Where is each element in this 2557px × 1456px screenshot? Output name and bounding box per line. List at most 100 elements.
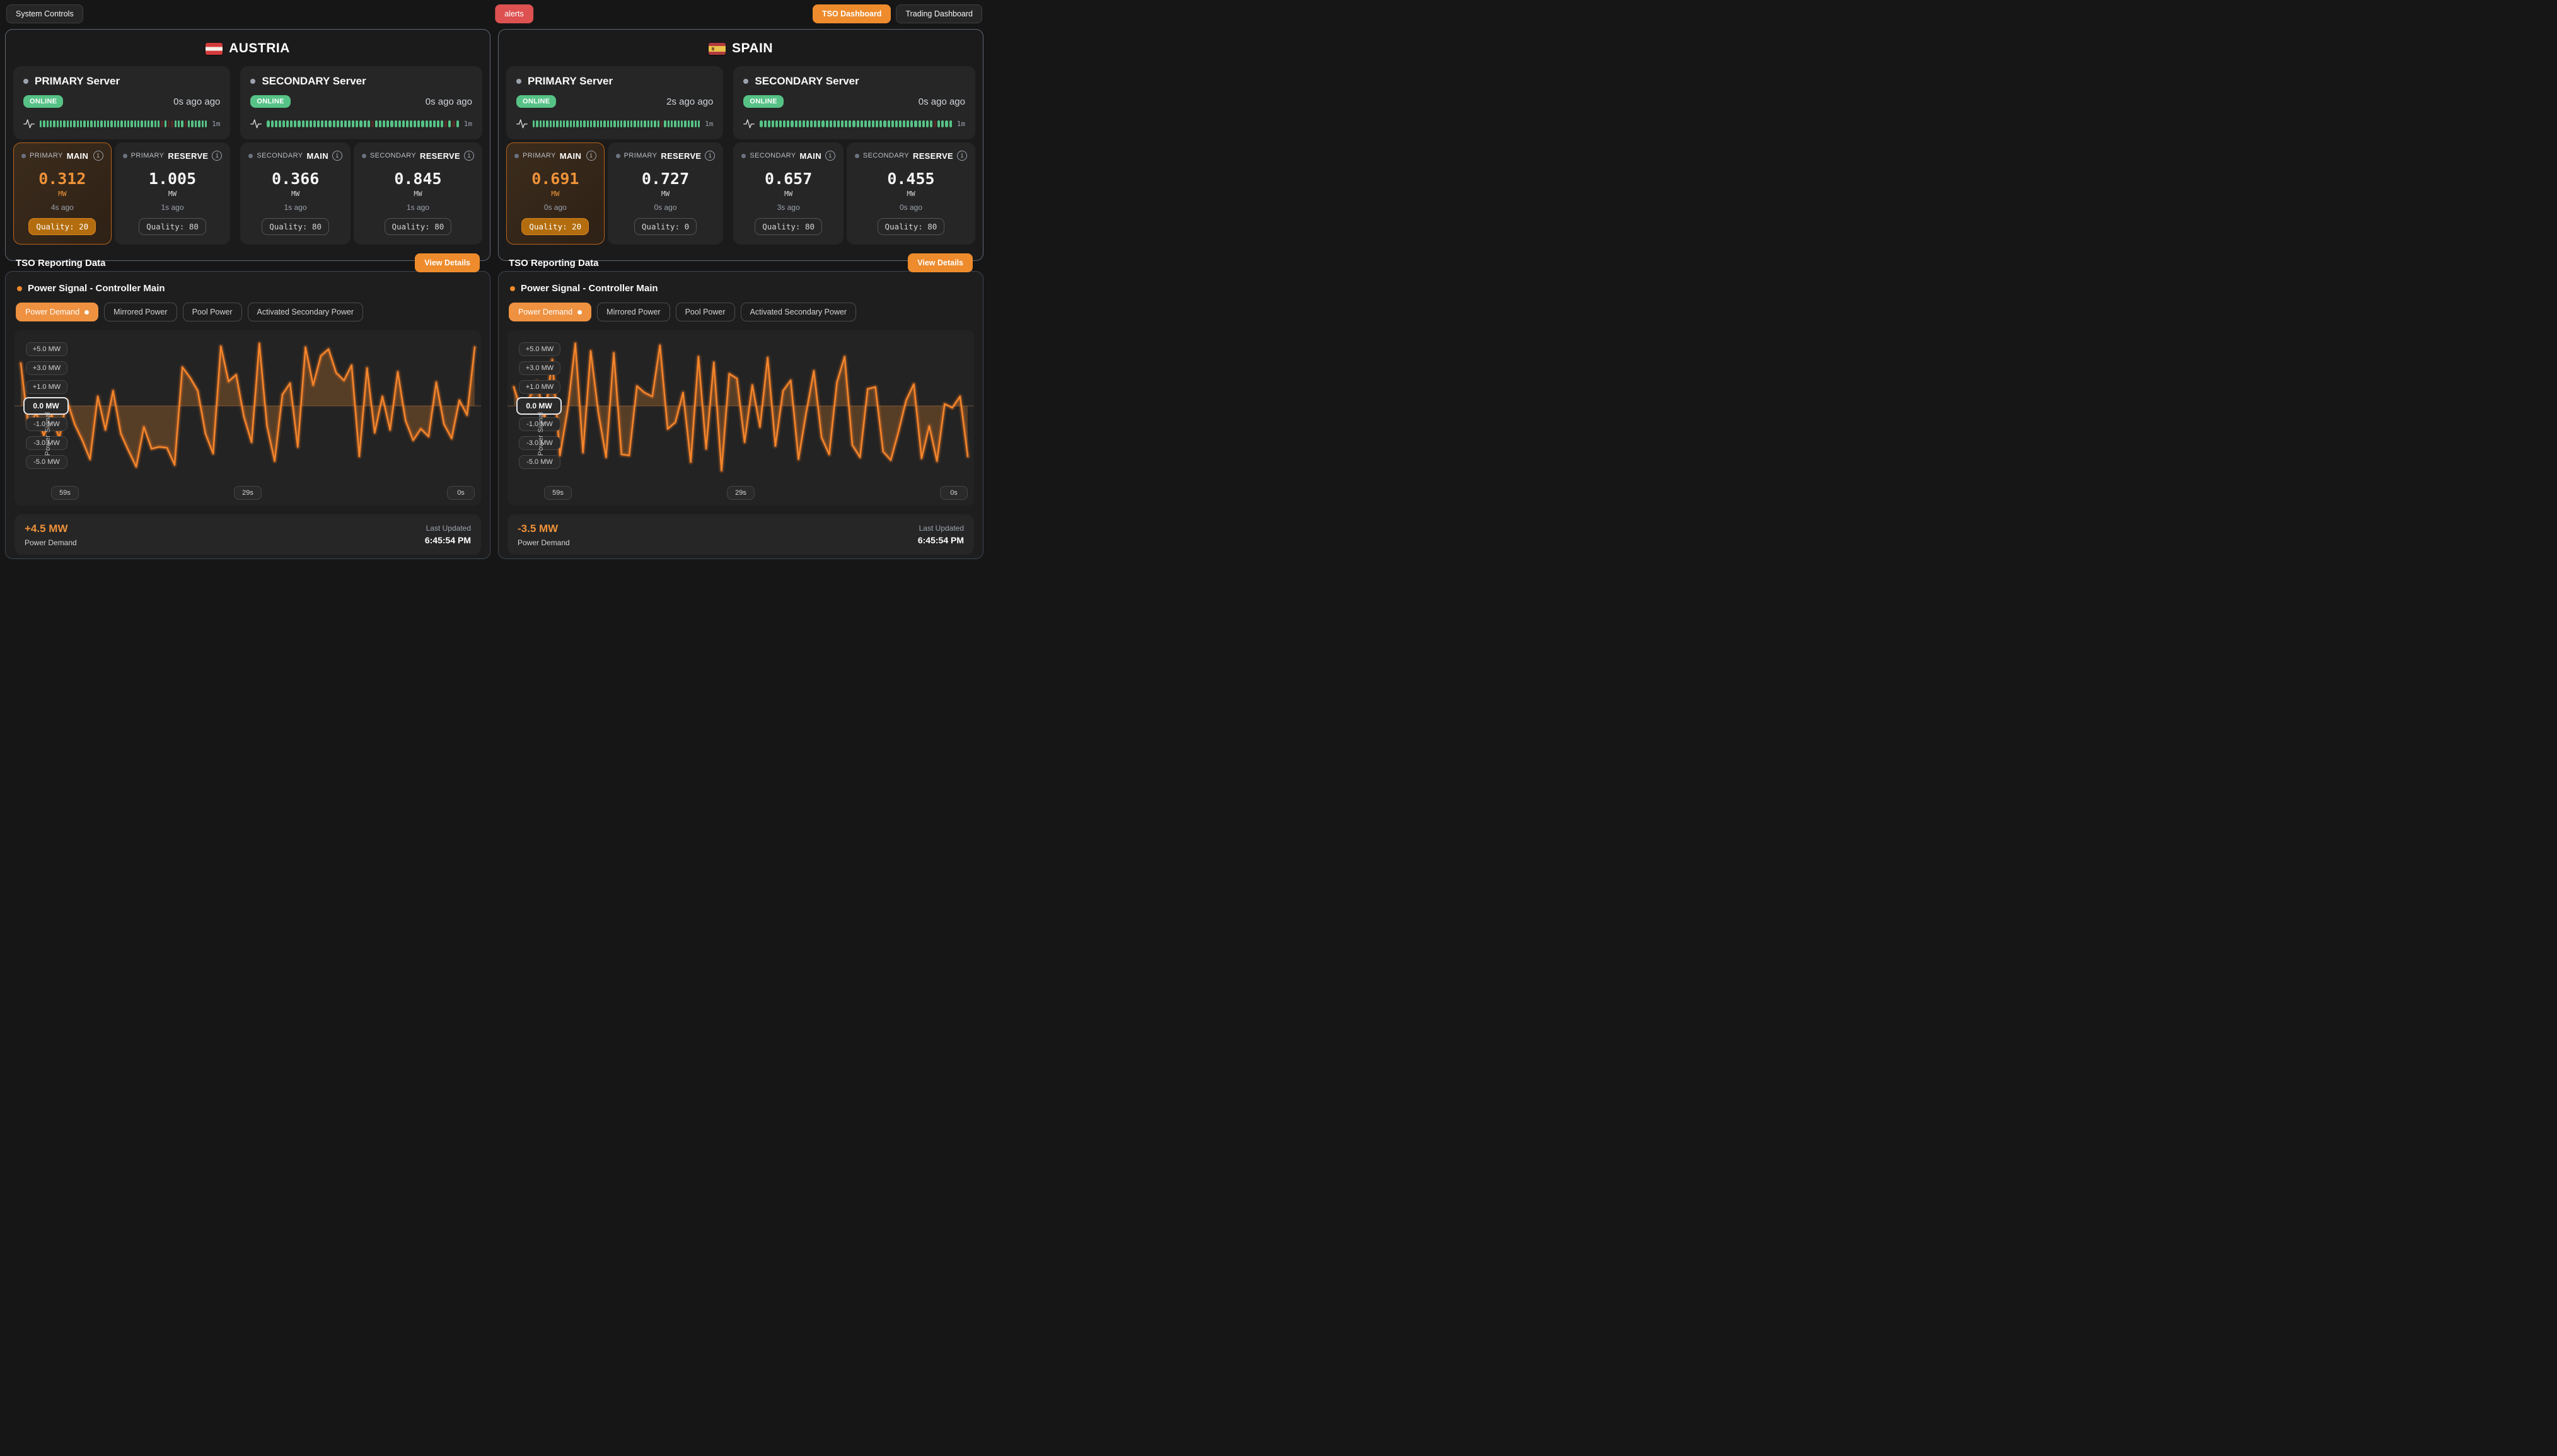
tab-power-demand[interactable]: Power Demand: [16, 303, 98, 321]
uptime-bar: [674, 120, 676, 127]
info-icon[interactable]: i: [957, 151, 967, 161]
uptime-bar: [275, 120, 277, 127]
tso-reporting-label: TSO Reporting Data: [509, 258, 599, 269]
metric-tile-secondary-reserve[interactable]: SECONDARY RESERVE i 0.845 MW 1s ago Qual…: [354, 142, 482, 245]
metric-tile-secondary-reserve[interactable]: SECONDARY RESERVE i 0.455 MW 0s ago Qual…: [847, 142, 975, 245]
chart-summary: -3.5 MW Power Demand Last Updated 6:45:5…: [507, 514, 974, 555]
uptime-bar: [402, 120, 405, 127]
uptime-bar: [279, 120, 281, 127]
system-controls-button[interactable]: System Controls: [6, 4, 83, 23]
uptime-bar: [661, 120, 663, 127]
uptime-bar: [553, 120, 555, 127]
chart-tabs: Power Demand Mirrored Power Pool Power A…: [16, 303, 481, 321]
tab-power-demand[interactable]: Power Demand: [509, 303, 591, 321]
active-tab-dot: [84, 310, 89, 315]
uptime-bar: [53, 120, 55, 127]
uptime-bar: [914, 120, 917, 127]
alerts-button[interactable]: alerts: [495, 4, 533, 23]
uptime-bar: [841, 120, 844, 127]
uptime-bar: [668, 120, 670, 127]
x-axis-tick: 0s: [940, 486, 968, 500]
view-details-button[interactable]: View Details: [908, 253, 973, 272]
tile-dot: [362, 154, 366, 158]
uptime-bar: [910, 120, 913, 127]
info-icon[interactable]: i: [586, 151, 596, 161]
metric-tile-secondary-main[interactable]: SECONDARY MAIN i 0.366 MW 1s ago Quality…: [240, 142, 351, 245]
metric-tile-primary-main[interactable]: PRIMARY MAIN i 0.312 MW 4s ago Quality: …: [13, 142, 112, 245]
uptime-bar: [678, 120, 680, 127]
uptime-bar: [903, 120, 905, 127]
uptime-bar: [833, 120, 836, 127]
uptime-bar: [872, 120, 874, 127]
uptime-bar: [684, 120, 686, 127]
info-icon[interactable]: i: [705, 151, 715, 161]
tile-unit: MW: [551, 190, 559, 198]
metric-tile-primary-reserve[interactable]: PRIMARY RESERVE i 1.005 MW 1s ago Qualit…: [115, 142, 231, 245]
tab-pool-power[interactable]: Pool Power: [183, 303, 242, 321]
uptime-bar: [613, 120, 615, 127]
uptime-bar: [791, 120, 793, 127]
uptime-bar: [919, 120, 921, 127]
uptime-bar: [560, 120, 562, 127]
tso-reporting-label: TSO Reporting Data: [16, 258, 106, 269]
info-icon[interactable]: i: [332, 151, 342, 161]
chart-panel-austria: Power Signal - Controller Main Power Dem…: [5, 271, 490, 559]
tile-kind-label: MAIN: [799, 151, 821, 161]
uptime-bar: [398, 120, 401, 127]
uptime-bar: [344, 120, 347, 127]
tile-group-label: PRIMARY: [624, 152, 658, 159]
uptime-bar: [576, 120, 578, 127]
uptime-bar: [286, 120, 289, 127]
uptime-bar: [202, 120, 204, 127]
uptime-bar: [282, 120, 285, 127]
view-details-button[interactable]: View Details: [415, 253, 480, 272]
metric-tile-primary-reserve[interactable]: PRIMARY RESERVE i 0.727 MW 0s ago Qualit…: [608, 142, 724, 245]
tile-group-label: PRIMARY: [30, 152, 63, 159]
uptime-bar: [144, 120, 146, 127]
uptime-bar: [63, 120, 65, 127]
uptime-bar: [406, 120, 409, 127]
tab-activated-secondary-power[interactable]: Activated Secondary Power: [741, 303, 857, 321]
uptime-bar: [664, 120, 666, 127]
info-icon[interactable]: i: [825, 151, 835, 161]
uptime-bar: [934, 120, 936, 127]
tab-pool-power[interactable]: Pool Power: [676, 303, 735, 321]
uptime-bar: [803, 120, 805, 127]
trading-dashboard-button[interactable]: Trading Dashboard: [896, 4, 982, 23]
tile-group-label: SECONDARY: [370, 152, 416, 159]
uptime-bar: [100, 120, 102, 127]
uptime-bar: [168, 120, 170, 127]
info-icon[interactable]: i: [464, 151, 474, 161]
server-group-secondary: SECONDARY Server ONLINE 0s ago ago 1m: [240, 66, 482, 245]
uptime-bar: [313, 120, 316, 127]
online-badge: ONLINE: [250, 95, 290, 108]
uptime-bar: [421, 120, 424, 127]
uptime-bar: [941, 120, 944, 127]
metric-tile-secondary-main[interactable]: SECONDARY MAIN i 0.657 MW 3s ago Quality…: [733, 142, 844, 245]
uptime-bar: [306, 120, 308, 127]
uptime-bar: [364, 120, 366, 127]
uptime-bar: [830, 120, 832, 127]
tab-mirrored-power[interactable]: Mirrored Power: [597, 303, 670, 321]
uptime-bar: [899, 120, 902, 127]
country-name: SPAIN: [732, 41, 773, 56]
tile-value: 0.312: [38, 170, 86, 188]
tile-kind-label: RESERVE: [168, 151, 208, 161]
tile-age: 1s ago: [284, 203, 307, 212]
uptime-bar: [154, 120, 156, 127]
metric-tile-primary-main[interactable]: PRIMARY MAIN i 0.691 MW 0s ago Quality: …: [506, 142, 605, 245]
uptime-bar: [883, 120, 886, 127]
info-icon[interactable]: i: [93, 151, 103, 161]
info-icon[interactable]: i: [212, 151, 222, 161]
uptime-bar: [764, 120, 767, 127]
server-name: PRIMARY Server: [35, 75, 120, 88]
tab-mirrored-power[interactable]: Mirrored Power: [104, 303, 177, 321]
uptime-bar: [868, 120, 871, 127]
uptime-bar: [60, 120, 62, 127]
tso-dashboard-button[interactable]: TSO Dashboard: [813, 4, 891, 23]
quality-badge: Quality: 20: [521, 218, 589, 235]
country-header-austria: AUSTRIA: [13, 41, 482, 56]
heartbeat-icon: [23, 118, 35, 129]
uptime-bar: [67, 120, 69, 127]
tab-activated-secondary-power[interactable]: Activated Secondary Power: [248, 303, 364, 321]
